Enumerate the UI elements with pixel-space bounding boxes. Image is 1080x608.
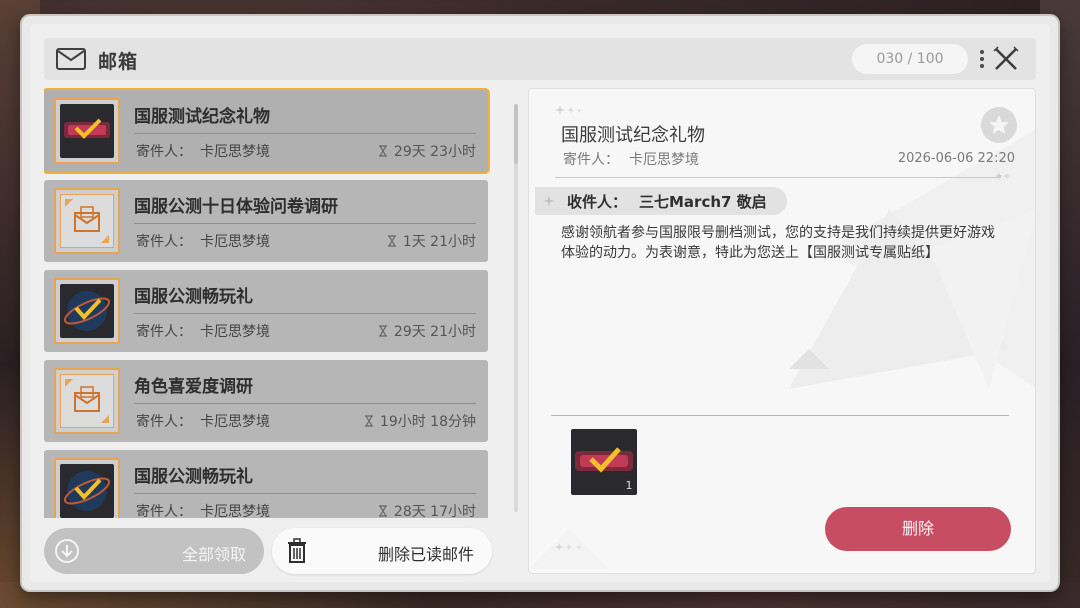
claim-all-button[interactable]: 全部领取 — [44, 528, 264, 574]
attachment-quantity: 1 — [623, 479, 635, 493]
survey-envelope-icon — [60, 374, 114, 428]
hourglass-icon — [364, 415, 373, 427]
sparkle-decoration — [555, 105, 582, 115]
divider — [134, 403, 476, 404]
mail-body: 感谢领航者参与国服限号删档测试，您的支持是我们持续提供更好游戏体验的动力。为表谢… — [561, 225, 995, 261]
hourglass-icon — [387, 235, 396, 247]
mail-list-scrollbar[interactable] — [514, 104, 518, 512]
mail-item-title: 角色喜爱度调研 — [134, 377, 253, 397]
close-icon[interactable] — [992, 45, 1020, 73]
hourglass-icon — [378, 145, 387, 157]
divider — [134, 313, 476, 314]
detail-date: 2026-06-06 22:20 — [897, 151, 1015, 166]
sparkle-icon — [543, 195, 555, 207]
mail-item-sender: 寄件人： 卡厄思梦境 — [136, 234, 270, 250]
mail-item-title: 国服公测畅玩礼 — [134, 287, 253, 307]
recipient-name: 三七March7 敬启 — [639, 193, 767, 211]
mail-list[interactable]: 国服测试纪念礼物 寄件人： 卡厄思梦境 29天 23小时 国服公测十日体验问卷调… — [44, 88, 492, 518]
survey-envelope-icon — [60, 194, 114, 248]
mailbox-window: 邮箱 030 / 100 国服测试纪念礼物 寄件人： 卡厄思梦境 29天 23小… — [22, 16, 1058, 590]
recipient-label: 收件人： — [567, 193, 628, 211]
divider — [134, 133, 476, 134]
mail-item-2[interactable]: 国服公测畅玩礼 寄件人： 卡厄思梦境 29天 21小时 — [44, 270, 488, 352]
delete-read-button[interactable]: 删除已读邮件 — [272, 528, 492, 574]
divider — [555, 177, 1001, 178]
mail-detail-panel: 国服测试纪念礼物 寄件人： 卡厄思梦境 2026-06-06 22:20 收件人：… — [528, 88, 1036, 574]
divider — [134, 223, 476, 224]
mail-item-sender: 寄件人： 卡厄思梦境 — [136, 414, 270, 430]
download-circle-icon — [55, 539, 79, 563]
divider — [134, 493, 476, 494]
mail-item-sender: 寄件人： 卡厄思梦境 — [136, 504, 270, 518]
mail-item-title: 国服测试纪念礼物 — [134, 107, 270, 127]
mail-item-sender: 寄件人： 卡厄思梦境 — [136, 324, 270, 340]
mail-item-expiry: 19小时 18分钟 — [364, 411, 476, 431]
sparkle-decoration — [555, 543, 582, 551]
delete-read-label: 删除已读邮件 — [377, 545, 474, 564]
gift-item-icon — [60, 464, 114, 518]
mail-item-sender: 寄件人： 卡厄思梦境 — [136, 144, 270, 160]
mail-item-title: 国服公测畅玩礼 — [134, 467, 253, 487]
mail-item-title: 国服公测十日体验问卷调研 — [134, 197, 338, 217]
mail-item-1[interactable]: 国服公测十日体验问卷调研 寄件人： 卡厄思梦境 1天 21小时 — [44, 180, 488, 262]
sticker-item-icon — [60, 104, 114, 158]
claim-all-label: 全部领取 — [181, 545, 246, 564]
delete-mail-button[interactable]: 删除 — [825, 507, 1011, 551]
gift-item-icon — [60, 284, 114, 338]
detail-sender: 寄件人： 卡厄思梦境 — [563, 152, 699, 168]
more-icon[interactable] — [978, 47, 986, 71]
mail-thumbnail — [54, 188, 120, 254]
page-title: 邮箱 — [98, 51, 139, 73]
hourglass-icon — [378, 325, 387, 337]
mailbox-panel: 邮箱 030 / 100 国服测试纪念礼物 寄件人： 卡厄思梦境 29天 23小… — [30, 24, 1050, 582]
mail-icon — [56, 48, 86, 70]
header-bar: 邮箱 030 / 100 — [44, 38, 1036, 80]
sparkle-decoration — [995, 172, 1010, 180]
mail-item-3[interactable]: 角色喜爱度调研 寄件人： 卡厄思梦境 19小时 18分钟 — [44, 360, 488, 442]
scrollbar-thumb[interactable] — [514, 104, 518, 164]
hourglass-icon — [378, 505, 387, 517]
mail-counter: 030 / 100 — [852, 44, 968, 74]
detail-title: 国服测试纪念礼物 — [561, 125, 705, 146]
mail-thumbnail — [54, 368, 120, 434]
mail-thumbnail — [54, 458, 120, 518]
star-icon — [989, 115, 1009, 134]
mail-item-expiry: 29天 23小时 — [378, 141, 476, 161]
mail-item-0[interactable]: 国服测试纪念礼物 寄件人： 卡厄思梦境 29天 23小时 — [44, 90, 488, 172]
mail-thumbnail — [54, 98, 120, 164]
trash-icon — [288, 538, 306, 563]
mail-item-expiry: 28天 17小时 — [378, 501, 476, 518]
mail-item-expiry: 1天 21小时 — [387, 231, 476, 251]
mail-item-4[interactable]: 国服公测畅玩礼 寄件人： 卡厄思梦境 28天 17小时 — [44, 450, 488, 518]
attachment-divider — [551, 415, 1009, 416]
mail-thumbnail — [54, 278, 120, 344]
recipient-bar: 收件人： 三七March7 敬启 — [535, 187, 787, 215]
mail-item-expiry: 29天 21小时 — [378, 321, 476, 341]
attachment-item[interactable]: 1 — [571, 429, 637, 495]
favorite-button[interactable] — [981, 107, 1017, 143]
